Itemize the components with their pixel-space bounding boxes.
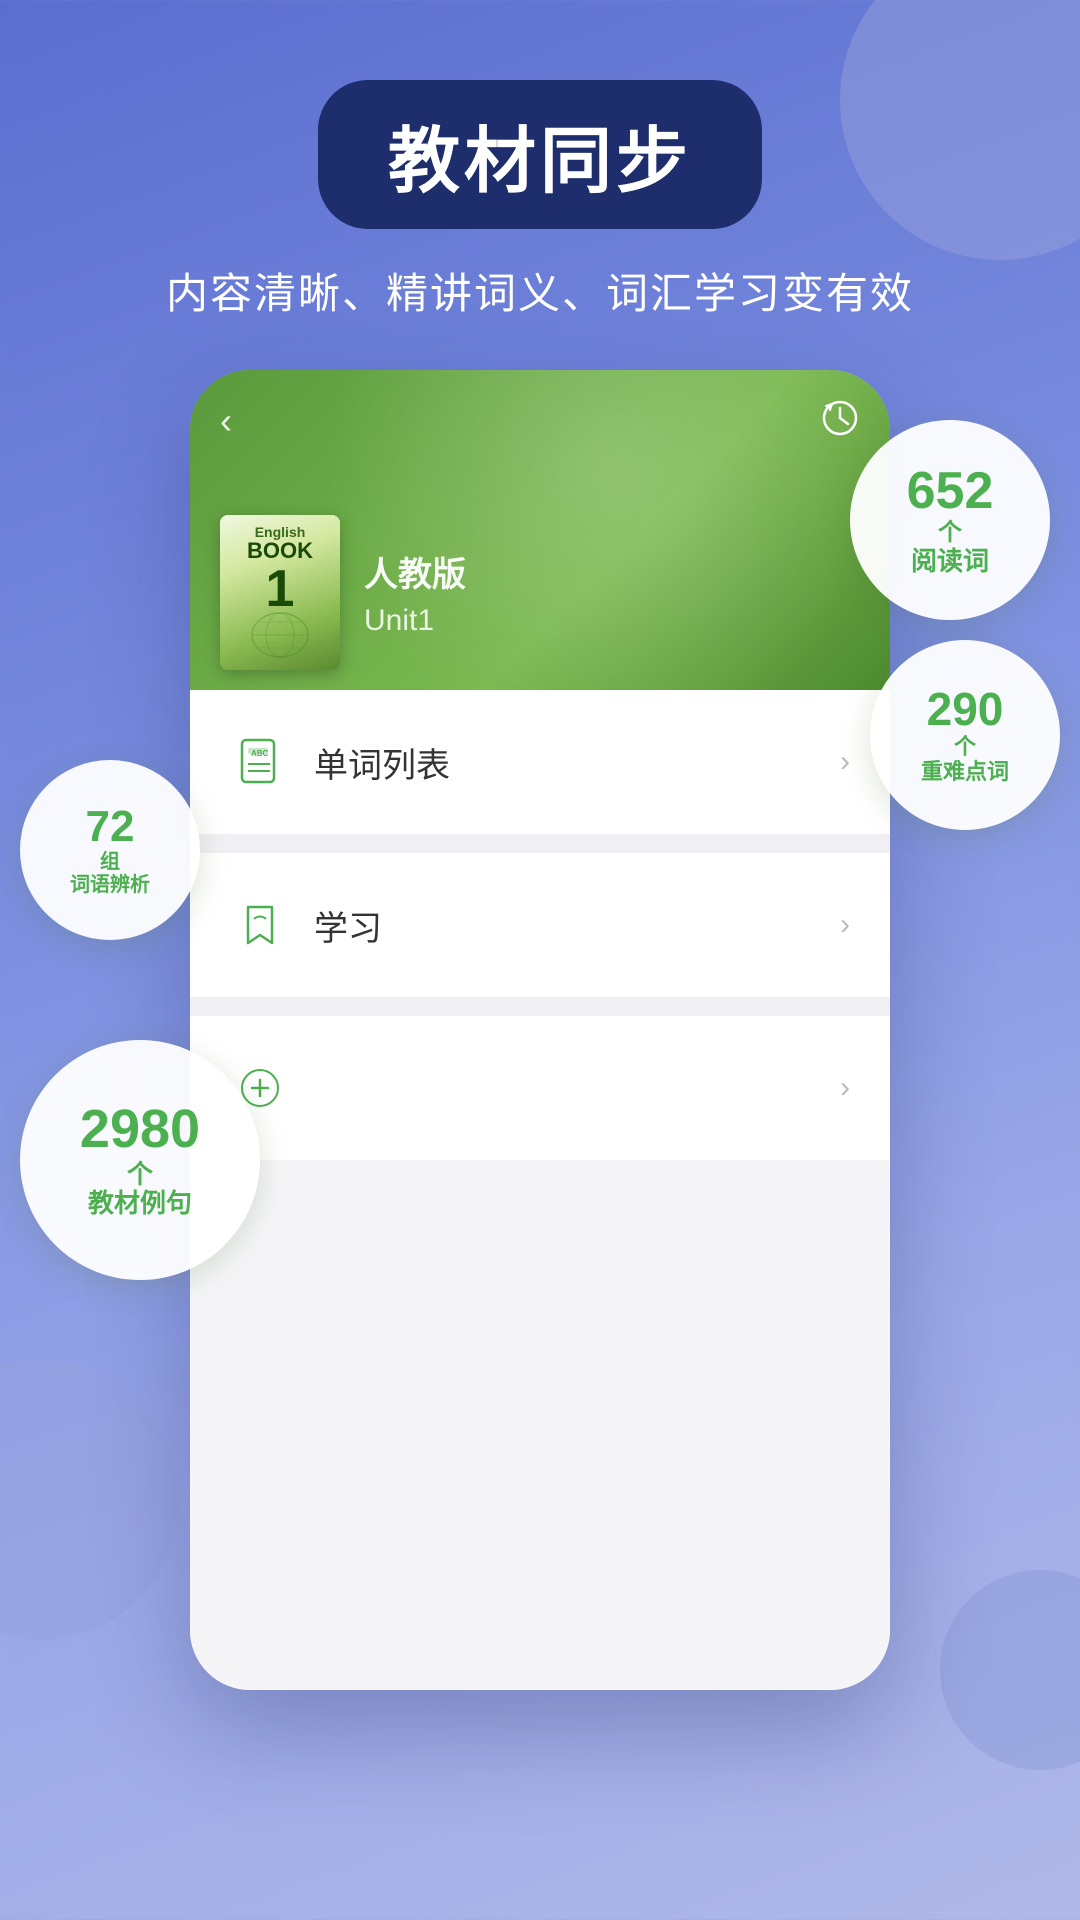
menu-item-study[interactable]: 学习 › — [190, 853, 890, 998]
bubble-1-unit: 个 — [938, 520, 962, 546]
bubble-2-number: 290 — [927, 684, 1004, 735]
bubble-2-desc: 重难点词 — [921, 759, 1009, 785]
bg-circle-top-right — [840, 0, 1080, 260]
menu-item-3[interactable]: › — [190, 1016, 890, 1160]
back-button[interactable]: ‹ — [220, 400, 232, 442]
phone-mockup: ‹ English BOOK 1 — [190, 370, 890, 1690]
chevron-icon-2: › — [840, 908, 850, 942]
bubble-2-unit: 个 — [954, 735, 976, 759]
chevron-icon-3: › — [840, 1071, 850, 1105]
subtitle: 内容清晰、精讲词义、词汇学习变有效 — [0, 260, 1080, 321]
book-info-row: English BOOK 1 人教版 Unit1 — [220, 515, 466, 670]
phone-content: ABC 单词列表 › 学习 › — [190, 690, 890, 1690]
bubble-4-unit: 个 — [127, 1160, 153, 1189]
chevron-icon-1: › — [840, 745, 850, 779]
book-publisher: 人教版 — [364, 547, 466, 596]
globe-icon — [245, 610, 315, 660]
book-unit: Unit1 — [364, 604, 466, 638]
book-number: 1 — [266, 563, 295, 615]
bookmark-icon — [230, 895, 290, 955]
svg-text:ABC: ABC — [251, 749, 269, 758]
bubble-3-unit: 组 — [100, 851, 120, 873]
book-english-label: English — [255, 525, 306, 539]
bubble-example-sentences: 2980 个 教材例句 — [20, 1040, 260, 1280]
title-text: 教材同步 — [388, 122, 692, 202]
study-label: 学习 — [314, 901, 840, 950]
menu-item-wordlist[interactable]: ABC 单词列表 › — [190, 690, 890, 835]
wordlist-label: 单词列表 — [314, 738, 840, 787]
bubble-4-desc: 教材例句 — [88, 1188, 192, 1219]
bubble-4-number: 2980 — [80, 1100, 200, 1159]
bg-circle-bottom-right — [940, 1570, 1080, 1770]
bubble-word-analysis: 72 组 词语辨析 — [20, 760, 200, 940]
bubble-reading-words: 652 个 阅读词 — [850, 420, 1050, 620]
phone-header: ‹ English BOOK 1 — [190, 370, 890, 690]
bubble-1-number: 652 — [907, 463, 994, 520]
history-button[interactable] — [820, 398, 860, 446]
book-title-info: 人教版 Unit1 — [364, 547, 466, 638]
bubble-3-number: 72 — [86, 803, 135, 851]
separator-1 — [190, 835, 890, 853]
title-badge: 教材同步 — [318, 80, 762, 229]
book-cover: English BOOK 1 — [220, 515, 340, 670]
separator-2 — [190, 998, 890, 1016]
bubble-1-desc: 阅读词 — [911, 546, 989, 577]
bubble-difficult-words: 290 个 重难点词 — [870, 640, 1060, 830]
bubble-3-desc: 词语辨析 — [70, 873, 150, 897]
list-icon: ABC — [230, 732, 290, 792]
bg-circle-bottom-left — [0, 1360, 180, 1640]
